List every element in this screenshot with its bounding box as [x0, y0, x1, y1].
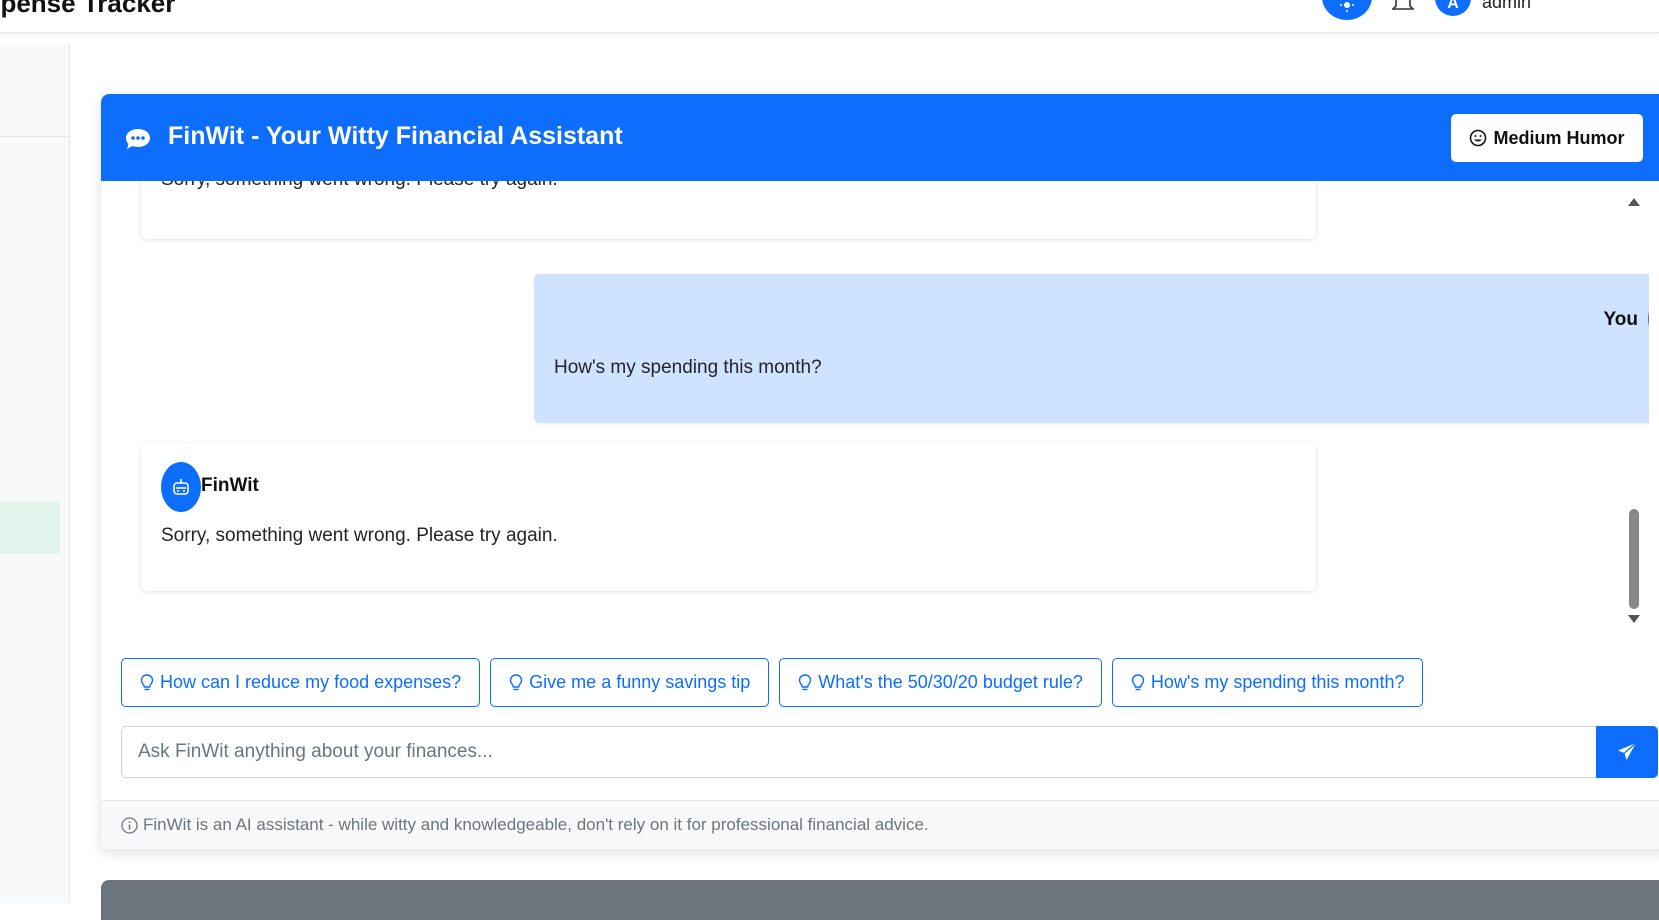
lightbulb-icon	[509, 673, 523, 690]
app-brand[interactable]: xpense Tracker	[0, 0, 175, 19]
chat-footer: FinWit is an AI assistant - while witty …	[101, 800, 1659, 849]
username-label[interactable]: admin	[1482, 0, 1531, 13]
scroll-up-arrow[interactable]	[1628, 198, 1640, 206]
suggestion-button[interactable]: What's the 50/30/20 budget rule?	[779, 658, 1102, 707]
lightbulb-icon	[799, 673, 812, 690]
suggestion-button[interactable]: How's my spending this month?	[1111, 658, 1424, 707]
chat-card: FinWit - Your Witty Financial Assistant …	[101, 94, 1659, 849]
disclaimer: FinWit is an AI assistant - while witty …	[121, 815, 929, 835]
message-text: How's my spending this month?	[554, 357, 822, 378]
message-text: Sorry, something went wrong. Please try …	[161, 525, 558, 546]
message-scrollbar[interactable]	[1626, 198, 1640, 630]
bot-avatar	[161, 462, 201, 512]
chat-header: FinWit - Your Witty Financial Assistant …	[101, 94, 1659, 181]
send-button[interactable]	[1596, 726, 1658, 778]
bottom-card	[101, 880, 1659, 920]
bot-message: Sorry, something went wrong. Please try …	[141, 181, 1316, 239]
lightbulb-icon	[140, 673, 154, 690]
user-avatar-top[interactable]: A	[1435, 0, 1471, 16]
suggestion-list: How can I reduce my food expenses? Give …	[121, 658, 1424, 707]
user-message: You How's my spending this month?	[534, 274, 1649, 423]
disclaimer-text: FinWit is an AI assistant - while witty …	[143, 815, 929, 834]
robot-icon	[173, 479, 189, 495]
theme-toggle-button[interactable]	[1322, 0, 1372, 20]
sender-name: FinWit	[201, 475, 259, 496]
suggestion-button[interactable]: Give me a funny savings tip	[490, 658, 770, 707]
chat-input-row	[121, 726, 1658, 778]
chat-input[interactable]	[121, 726, 1596, 778]
humor-level-label: Medium Humor	[1493, 127, 1625, 148]
scroll-thumb[interactable]	[1629, 509, 1639, 609]
suggestion-label: Give me a funny savings tip	[529, 672, 751, 692]
sidebar	[0, 44, 70, 903]
chat-bubble-icon	[126, 129, 150, 149]
sidebar-divider	[0, 136, 70, 137]
suggestion-label: How's my spending this month?	[1150, 672, 1405, 692]
sun-icon	[1340, 2, 1354, 12]
notification-bell-icon[interactable]	[1392, 0, 1414, 12]
lightbulb-icon	[1131, 673, 1145, 690]
send-icon	[1618, 742, 1637, 760]
suggestion-label: How can I reduce my food expenses?	[160, 672, 462, 692]
humor-level-button[interactable]: Medium Humor	[1451, 114, 1643, 162]
suggestion-button[interactable]: How can I reduce my food expenses?	[121, 658, 481, 707]
user-avatar	[1648, 294, 1649, 344]
scroll-down-arrow[interactable]	[1628, 615, 1640, 623]
suggestion-label: What's the 50/30/20 budget rule?	[818, 672, 1083, 692]
smile-icon	[1470, 129, 1487, 147]
message-text: Sorry, something went wrong. Please try …	[161, 181, 558, 191]
message-list[interactable]: Sorry, something went wrong. Please try …	[101, 181, 1649, 633]
bot-message: FinWit Sorry, something went wrong. Plea…	[141, 443, 1316, 591]
chat-title: FinWit - Your Witty Financial Assistant	[168, 122, 623, 150]
info-icon	[121, 816, 138, 834]
sidebar-item-active[interactable]	[0, 501, 60, 554]
top-navbar: xpense Tracker A admin	[0, 0, 1659, 33]
